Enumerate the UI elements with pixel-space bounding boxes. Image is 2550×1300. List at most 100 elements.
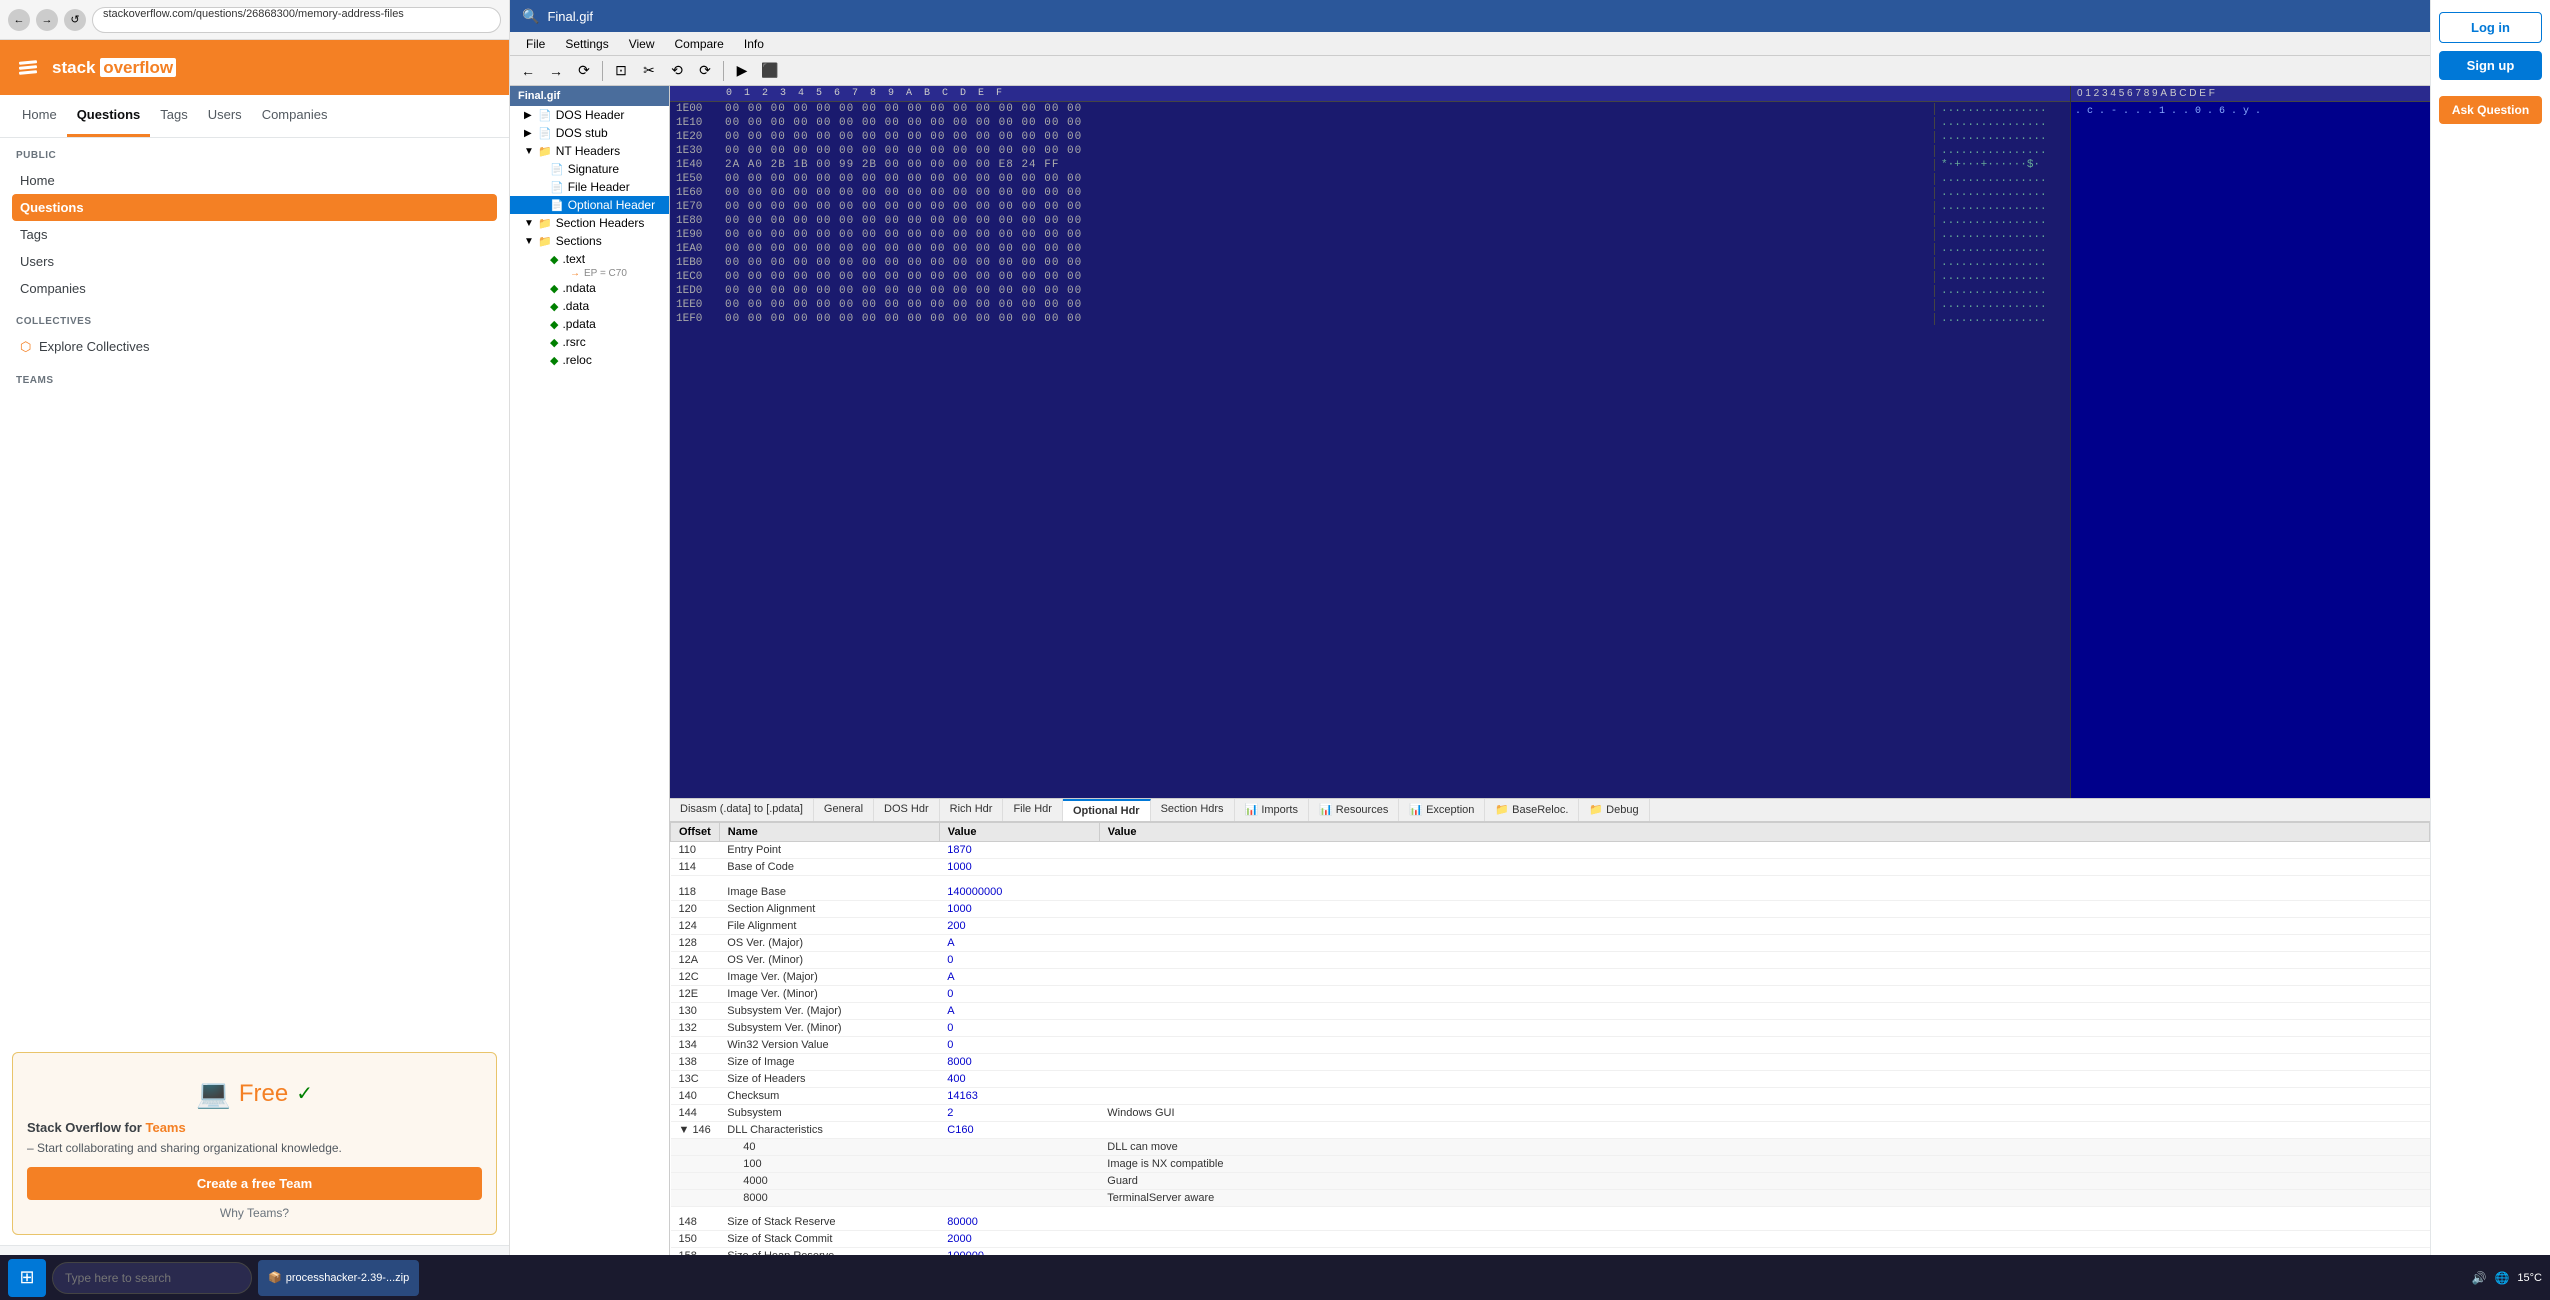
tab-basereloc[interactable]: 📁 BaseReloc. [1485,799,1579,821]
table-row[interactable]: 140Checksum14163 [671,1087,2430,1104]
detail-table-container[interactable]: Offset Name Value Value 110Entry Point18… [670,822,2430,1278]
nav-item-companies[interactable]: Companies [252,95,338,137]
tree-section-text[interactable]: ◆ .text [510,250,669,268]
tree-dos-header[interactable]: ▶ 📄 DOS Header [510,106,669,124]
tab-general[interactable]: General [814,799,874,821]
tree-file-header[interactable]: 📄 File Header [510,178,669,196]
tree-section-reloc[interactable]: ◆ .reloc [510,351,669,369]
table-row[interactable]: 120Section Alignment1000 [671,900,2430,917]
sidebar-item-explore-collectives[interactable]: ⬡ Explore Collectives [12,333,497,361]
hex-row[interactable]: 1E6000 00 00 00 00 00 00 00 00 00 00 00 … [670,186,2070,200]
table-row[interactable]: 12EImage Ver. (Minor)0 [671,985,2430,1002]
hex-row[interactable]: 1EF000 00 00 00 00 00 00 00 00 00 00 00 … [670,312,2070,326]
table-row[interactable]: 12AOS Ver. (Minor)0 [671,951,2430,968]
tree-section-data[interactable]: ◆ .data [510,297,669,315]
tab-rich-hdr[interactable]: Rich Hdr [940,799,1004,821]
tree-signature[interactable]: 📄 Signature [510,160,669,178]
hex-row[interactable]: 1E9000 00 00 00 00 00 00 00 00 00 00 00 … [670,228,2070,242]
hex-row[interactable]: 1E1000 00 00 00 00 00 00 00 00 00 00 00 … [670,116,2070,130]
url-bar[interactable]: stackoverflow.com/questions/26868300/mem… [92,7,501,33]
hex-row[interactable]: 1ED000 00 00 00 00 00 00 00 00 00 00 00 … [670,284,2070,298]
tab-dos-hdr[interactable]: DOS Hdr [874,799,940,821]
hex-row[interactable]: 1EC000 00 00 00 00 00 00 00 00 00 00 00 … [670,270,2070,284]
tree-section-pdata[interactable]: ◆ .pdata [510,315,669,333]
tree-optional-header[interactable]: 📄 Optional Header [510,196,669,214]
table-row-dll-char[interactable]: ▼ 146DLL CharacteristicsC160 [671,1121,2430,1138]
table-row[interactable]: 134Win32 Version Value0 [671,1036,2430,1053]
tree-nt-headers[interactable]: ▼ 📁 NT Headers [510,142,669,160]
forward-button[interactable]: → [36,9,58,31]
tab-debug[interactable]: 📁 Debug [1579,799,1649,821]
table-row[interactable]: 144Subsystem2Windows GUI [671,1104,2430,1121]
table-row[interactable]: 124File Alignment200 [671,917,2430,934]
table-row[interactable]: 114Base of Code1000 [671,859,2430,876]
sidebar-item-users[interactable]: Users [12,248,497,275]
toolbar-back[interactable]: ← [516,59,540,83]
table-row[interactable]: 110Entry Point1870 [671,842,2430,859]
hex-row[interactable]: 1E402A A0 2B 1B 00 99 2B 00 00 00 00 00 … [670,158,2070,172]
toolbar-select[interactable]: ⊡ [609,59,633,83]
tab-disasm[interactable]: Disasm (.data] to [.pdata] [670,799,814,821]
taskbar-search[interactable] [52,1262,252,1294]
create-team-button[interactable]: Create a free Team [27,1167,482,1200]
menu-info[interactable]: Info [734,35,774,53]
menu-settings[interactable]: Settings [555,35,618,53]
tab-section-hdrs[interactable]: Section Hdrs [1151,799,1235,821]
hex-row[interactable]: 1EA000 00 00 00 00 00 00 00 00 00 00 00 … [670,242,2070,256]
table-row[interactable]: 148Size of Stack Reserve80000 [671,1214,2430,1231]
tab-resources[interactable]: 📊 Resources [1309,799,1399,821]
table-row[interactable]: 138Size of Image8000 [671,1053,2430,1070]
hex-row[interactable]: 1E2000 00 00 00 00 00 00 00 00 00 00 00 … [670,130,2070,144]
table-row[interactable]: 13CSize of Headers400 [671,1070,2430,1087]
hex-view-right[interactable]: 0 1 2 3 4 5 6 7 8 9 A B C D E F . c . - … [2070,86,2430,798]
table-row[interactable]: 118Image Base140000000 [671,884,2430,901]
toolbar-forward[interactable]: → [544,59,568,83]
tab-file-hdr[interactable]: File Hdr [1003,799,1063,821]
toolbar-cut[interactable]: ✂ [637,59,661,83]
ask-question-button[interactable]: Ask Question [2439,96,2542,124]
tab-optional-hdr[interactable]: Optional Hdr [1063,799,1151,821]
sidebar-item-home[interactable]: Home [12,167,497,194]
tree-section-ndata[interactable]: ◆ .ndata [510,279,669,297]
hex-row[interactable]: 1E5000 00 00 00 00 00 00 00 00 00 00 00 … [670,172,2070,186]
reload-button[interactable]: ↺ [64,9,86,31]
sidebar-item-questions[interactable]: Questions [12,194,497,221]
table-row[interactable]: 132Subsystem Ver. (Minor)0 [671,1019,2430,1036]
table-row[interactable]: 128OS Ver. (Major)A [671,934,2430,951]
tree-section-rsrc[interactable]: ◆ .rsrc [510,333,669,351]
menu-file[interactable]: File [516,35,555,53]
table-row[interactable]: 130Subsystem Ver. (Major)A [671,1002,2430,1019]
toolbar-refresh[interactable]: ⟳ [572,59,596,83]
tree-section-headers[interactable]: ▼ 📁 Section Headers [510,214,669,232]
toolbar-redo[interactable]: ⟳ [693,59,717,83]
hex-row[interactable]: 1E0000 00 00 00 00 00 00 00 00 00 00 00 … [670,102,2070,116]
toolbar-stop[interactable]: ⬛ [758,59,782,83]
taskbar-app-processhacker[interactable]: 📦 processhacker-2.39-...zip [258,1260,419,1296]
hex-view-left[interactable]: 0 1 2 3 4 5 6 7 8 9 A B C D E F 1E0000 0… [670,86,2070,798]
table-row[interactable]: 12CImage Ver. (Major)A [671,968,2430,985]
login-button[interactable]: Log in [2439,12,2542,43]
table-row[interactable]: 150Size of Stack Commit2000 [671,1231,2430,1248]
nav-item-questions[interactable]: Questions [67,95,151,137]
toolbar-undo[interactable]: ⟲ [665,59,689,83]
hex-row[interactable]: 1EE000 00 00 00 00 00 00 00 00 00 00 00 … [670,298,2070,312]
nav-item-home[interactable]: Home [12,95,67,137]
start-button[interactable]: ⊞ [8,1259,46,1297]
nav-item-users[interactable]: Users [198,95,252,137]
signup-button[interactable]: Sign up [2439,51,2542,80]
tab-imports[interactable]: 📊 Imports [1235,799,1309,821]
why-teams-link[interactable]: Why Teams? [27,1206,482,1220]
sidebar-item-tags[interactable]: Tags [12,221,497,248]
nav-item-tags[interactable]: Tags [150,95,197,137]
hex-row[interactable]: 1E8000 00 00 00 00 00 00 00 00 00 00 00 … [670,214,2070,228]
back-button[interactable]: ← [8,9,30,31]
hex-row[interactable]: 1EB000 00 00 00 00 00 00 00 00 00 00 00 … [670,256,2070,270]
sidebar-item-companies[interactable]: Companies [12,275,497,302]
tree-sections[interactable]: ▼ 📁 Sections [510,232,669,250]
tab-exception[interactable]: 📊 Exception [1399,799,1485,821]
menu-view[interactable]: View [619,35,665,53]
hex-row[interactable]: 1E3000 00 00 00 00 00 00 00 00 00 00 00 … [670,144,2070,158]
tree-dos-stub[interactable]: ▶ 📄 DOS stub [510,124,669,142]
hex-row[interactable]: 1E7000 00 00 00 00 00 00 00 00 00 00 00 … [670,200,2070,214]
toolbar-play[interactable]: ▶ [730,59,754,83]
